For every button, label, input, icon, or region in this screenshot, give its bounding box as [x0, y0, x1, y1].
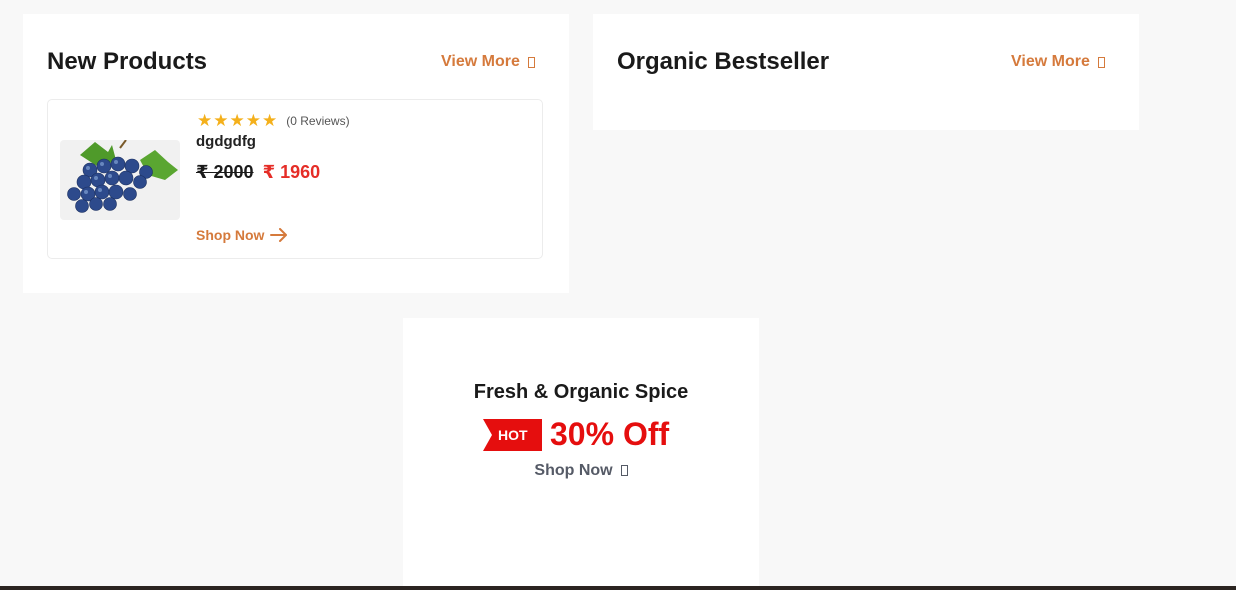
promo-banner: Fresh & Organic Spice HOT 30% Off Shop N…	[403, 318, 759, 590]
star-icon: ★	[262, 111, 278, 130]
arrow-icon	[1097, 56, 1105, 68]
star-icon: ★	[245, 111, 261, 130]
shop-now-button[interactable]: Shop Now	[196, 227, 288, 243]
organic-bestseller-title: Organic Bestseller	[617, 48, 830, 75]
rating-stars: ★ ★ ★ ★ ★ (0 Reviews)	[197, 112, 350, 129]
star-icon: ★	[197, 111, 213, 130]
discount-text: 30% Off	[550, 416, 670, 452]
new-products-view-more-link[interactable]: View More	[441, 53, 535, 71]
arrow-icon	[527, 56, 535, 68]
new-products-panel: New Products View More ★ ★ ★ ★ ★ (0 Revi…	[23, 14, 569, 293]
promo-shop-now-link[interactable]: Shop Now	[403, 462, 759, 480]
star-icon: ★	[213, 111, 229, 130]
promo-title: Fresh & Organic Spice	[473, 381, 689, 403]
bestseller-view-more-link[interactable]: View More	[1011, 53, 1105, 71]
view-more-label: View More	[1011, 53, 1090, 70]
product-card[interactable]: ★ ★ ★ ★ ★ (0 Reviews) dgdgdfg ₹ 2000 ₹ 1…	[47, 99, 543, 259]
shop-now-label: Shop Now	[196, 227, 265, 243]
new-price: ₹ 1960	[262, 162, 321, 182]
new-products-title: New Products	[47, 48, 208, 75]
arrow-icon	[620, 465, 628, 476]
organic-bestseller-panel: Organic Bestseller View More	[593, 14, 1139, 130]
grapes-image[interactable]	[60, 140, 180, 220]
review-count: (0 Reviews)	[286, 113, 350, 128]
star-icon: ★	[229, 111, 245, 130]
product-prices: ₹ 2000 ₹ 1960	[196, 162, 320, 183]
arrow-right-icon	[270, 228, 288, 242]
footer-top-border	[0, 586, 1236, 590]
product-name[interactable]: dgdgdfg	[196, 133, 256, 150]
hot-badge: HOT	[483, 418, 542, 451]
hot-label: HOT	[498, 426, 528, 443]
old-price: ₹ 2000	[196, 162, 254, 182]
promo-offer: HOT 30% Off	[483, 416, 669, 453]
view-more-label: View More	[441, 53, 520, 70]
shop-now-label: Shop Now	[534, 462, 613, 479]
